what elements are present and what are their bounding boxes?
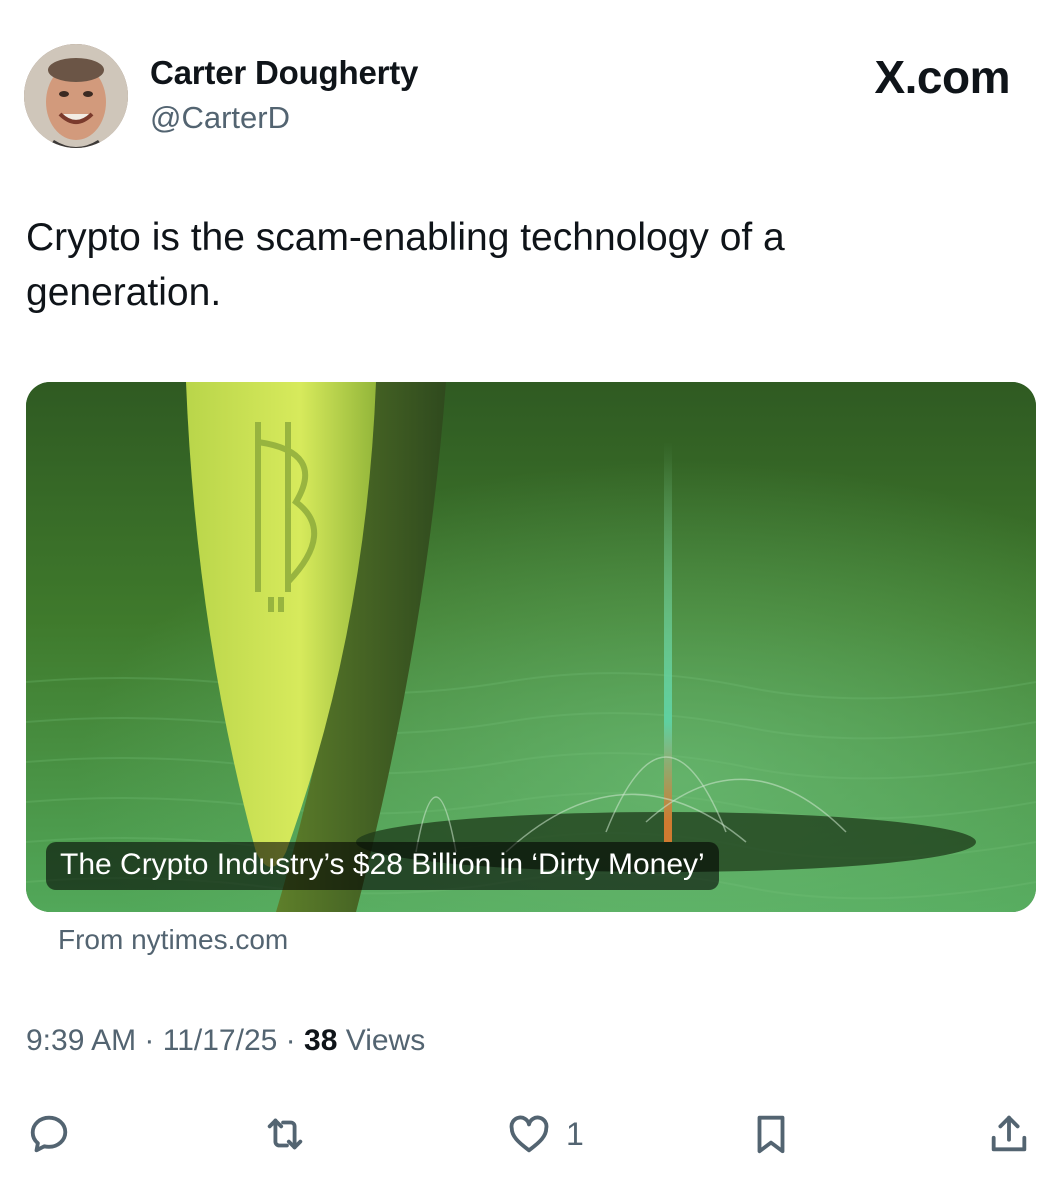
reply-icon bbox=[30, 1115, 68, 1153]
tweet: Carter Dougherty @CarterD X.com Crypto i… bbox=[0, 0, 1062, 1200]
share-button[interactable] bbox=[986, 1094, 1032, 1174]
share-icon bbox=[991, 1115, 1027, 1152]
action-bar: 1 bbox=[0, 1094, 1062, 1174]
like-count: 1 bbox=[566, 1115, 584, 1152]
meta-separator: · bbox=[285, 1024, 296, 1057]
reply-button[interactable] bbox=[26, 1094, 72, 1174]
tweet-date[interactable]: 11/17/25 bbox=[163, 1024, 278, 1057]
views-label: Views bbox=[345, 1024, 426, 1057]
brand-logo: X.com bbox=[874, 51, 1010, 103]
meta-separator: · bbox=[144, 1024, 155, 1057]
heart-icon bbox=[509, 1115, 549, 1153]
tweet-meta: 9:39 AM · 11/17/25 · 38 Views bbox=[26, 1024, 425, 1058]
card-image bbox=[26, 382, 1036, 912]
tweet-time[interactable]: 9:39 AM bbox=[26, 1024, 136, 1057]
avatar[interactable] bbox=[24, 44, 128, 148]
repost-button[interactable] bbox=[262, 1094, 308, 1174]
bookmark-icon bbox=[757, 1115, 785, 1154]
card-headline[interactable]: The Crypto Industry’s $28 Billion in ‘Di… bbox=[46, 842, 719, 890]
repost-icon bbox=[267, 1118, 303, 1150]
author-name[interactable]: Carter Dougherty bbox=[150, 54, 418, 92]
tweet-text: Crypto is the scam-enabling technology o… bbox=[26, 216, 785, 314]
card-source[interactable]: From nytimes.com bbox=[58, 924, 288, 956]
bookmark-button[interactable] bbox=[748, 1094, 794, 1174]
like-button[interactable]: 1 bbox=[506, 1094, 584, 1174]
views-count[interactable]: 38 bbox=[304, 1024, 337, 1057]
author-handle[interactable]: @CarterD bbox=[150, 100, 290, 136]
link-card[interactable]: The Crypto Industry’s $28 Billion in ‘Di… bbox=[26, 382, 1036, 912]
